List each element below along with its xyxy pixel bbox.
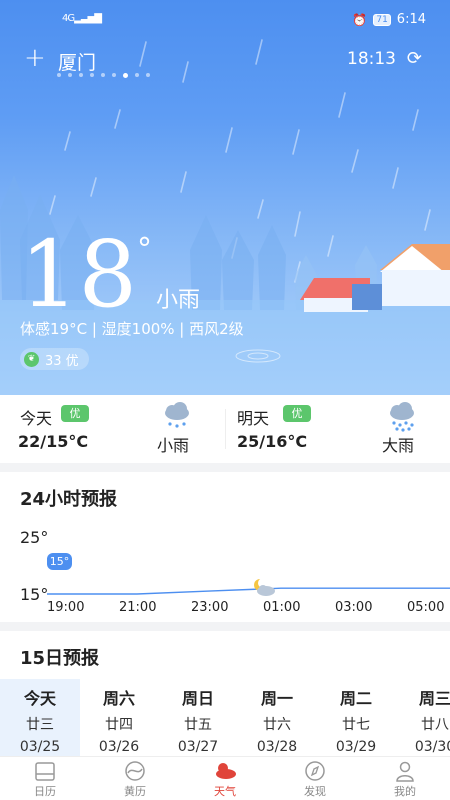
signal-icon: 4G▂▃▅▇ — [62, 13, 102, 24]
tomorrow-condition: 大雨 — [382, 436, 415, 455]
day-date: 03/27 — [177, 739, 219, 755]
add-city-button[interactable]: + — [24, 45, 46, 71]
day-column-today[interactable]: 今天 廿三 03/25 — [0, 679, 80, 756]
light-rain-icon — [165, 402, 189, 428]
page-dot — [57, 73, 61, 77]
tomorrow-label: 明天 — [237, 409, 270, 428]
degree-symbol: ° — [137, 232, 152, 267]
daily-title: 15日预报 — [20, 648, 100, 669]
hour-tick-label: 21:00 — [119, 600, 157, 615]
temperature-series-line — [47, 587, 450, 595]
day-column[interactable]: 周日 廿五 03/27 — [158, 679, 238, 756]
hour-tick-label: 19:00 — [47, 600, 85, 615]
alarm-icon: ⏰ — [352, 12, 368, 27]
battery-icon: 71 — [373, 13, 391, 26]
aqi-badge[interactable]: ❦ 33 优 — [20, 348, 89, 370]
day-column[interactable]: 周二 廿七 03/29 — [316, 679, 396, 756]
day-lunar: 廿八 — [421, 717, 449, 733]
partly-cloudy-night-icon — [254, 578, 275, 596]
city-name[interactable]: 厦门 — [58, 48, 96, 75]
status-time: 6:14 — [396, 12, 426, 27]
page-dot — [68, 73, 72, 77]
day-date: 03/29 — [335, 739, 377, 755]
hour-tick-label: 03:00 — [335, 600, 373, 615]
nav-item-almanac[interactable]: 黄历 — [90, 757, 180, 800]
calendar-icon — [35, 762, 55, 781]
nav-item-profile[interactable]: 我的 — [360, 757, 450, 800]
nav-item-weather[interactable]: 天气 — [180, 757, 270, 800]
day-column[interactable]: 周三 廿八 03/30 — [395, 679, 450, 756]
today-forecast[interactable]: 今天 优 22/15°C 小雨 — [0, 395, 225, 463]
bottom-navigation: 日历 黄历 天气 发现 我的 — [0, 756, 450, 800]
nav-label: 我的 — [394, 785, 416, 798]
tomorrow-temp-range: 25/16°C — [237, 432, 308, 451]
nav-item-discover[interactable]: 发现 — [270, 757, 360, 800]
daily-forecast-card: 15日预报 今天 廿三 03/25 周六 廿四 03/26 周日 廿五 03/2… — [0, 631, 450, 756]
day-date: 03/26 — [98, 739, 140, 755]
status-bar: 4G▂▃▅▇ ⏰ 71 6:14 — [0, 8, 450, 32]
day-lunar: 廿三 — [26, 717, 54, 733]
update-time: 18:13 — [347, 49, 396, 69]
day-name: 周三 — [418, 689, 450, 708]
hourly-forecast-card[interactable]: 24小时预报 25° 15° 15° 19:00 21:00 23:00 01:00 0… — [0, 472, 450, 622]
day-name: 周一 — [260, 689, 293, 708]
almanac-icon — [125, 761, 145, 781]
hour-tick-label: 05:00 — [407, 600, 445, 615]
current-condition: 小雨 — [156, 288, 201, 313]
weather-hero: 4G▂▃▅▇ ⏰ 71 6:14 + 厦门 18:13 ⟳ 18 ° 小雨 体感… — [0, 0, 450, 395]
profile-icon — [396, 761, 414, 782]
top-bar: + 厦门 18:13 ⟳ — [0, 45, 450, 78]
weather-screen: 4G▂▃▅▇ ⏰ 71 6:14 + 厦门 18:13 ⟳ 18 ° 小雨 体感… — [0, 0, 450, 800]
day-date: 03/28 — [256, 739, 298, 755]
day-column[interactable]: 周一 廿六 03/28 — [237, 679, 317, 756]
weather-icon — [216, 763, 236, 779]
today-temp-range: 22/15°C — [18, 432, 89, 451]
aqi-value: 33 优 — [45, 353, 79, 369]
day-name: 今天 — [23, 689, 56, 708]
page-dot-active — [123, 72, 128, 78]
day-date: 03/30 — [414, 739, 450, 755]
day-lunar: 廿五 — [184, 717, 212, 733]
tomorrow-aqi-badge: 优 — [283, 405, 311, 422]
day-lunar: 廿六 — [263, 717, 291, 733]
hour-tick-label: 23:00 — [191, 600, 229, 615]
day-column[interactable]: 周六 廿四 03/26 — [79, 679, 159, 756]
today-aqi-badge: 优 — [61, 405, 89, 422]
today-tomorrow-card: 今天 优 22/15°C 小雨 明天 优 25/16°C 大雨 — [0, 395, 450, 463]
compass-icon — [305, 761, 325, 781]
nav-label: 日历 — [34, 785, 56, 798]
weather-details: 体感19°C | 湿度100% | 西风2级 — [20, 320, 244, 338]
nav-item-calendar[interactable]: 日历 — [0, 757, 90, 800]
page-dot — [146, 73, 150, 77]
hour-tick-label: 01:00 — [263, 600, 301, 615]
today-label: 今天 — [20, 409, 53, 428]
page-dot — [135, 73, 139, 77]
page-dot — [101, 73, 105, 77]
page-dot — [112, 73, 116, 77]
nav-label: 天气 — [214, 785, 236, 798]
current-temp-marker: 15° — [47, 553, 72, 570]
page-dot — [90, 73, 94, 77]
page-dot — [79, 73, 83, 77]
city-page-indicator — [57, 72, 150, 78]
refresh-icon[interactable]: ⟳ — [407, 48, 422, 69]
day-name: 周日 — [181, 689, 214, 708]
day-name: 周二 — [339, 689, 372, 708]
today-condition: 小雨 — [157, 436, 190, 455]
tomorrow-forecast[interactable]: 明天 优 25/16°C 大雨 — [225, 395, 450, 463]
day-name: 周六 — [102, 689, 135, 708]
leaf-icon: ❦ — [24, 351, 39, 367]
day-lunar: 廿七 — [342, 717, 370, 733]
current-temperature: 18 — [20, 221, 138, 328]
nav-label: 黄历 — [124, 785, 146, 798]
day-date: 03/25 — [19, 739, 61, 755]
day-lunar: 廿四 — [105, 717, 133, 733]
nav-label: 发现 — [304, 785, 326, 798]
heavy-rain-icon — [390, 402, 414, 432]
